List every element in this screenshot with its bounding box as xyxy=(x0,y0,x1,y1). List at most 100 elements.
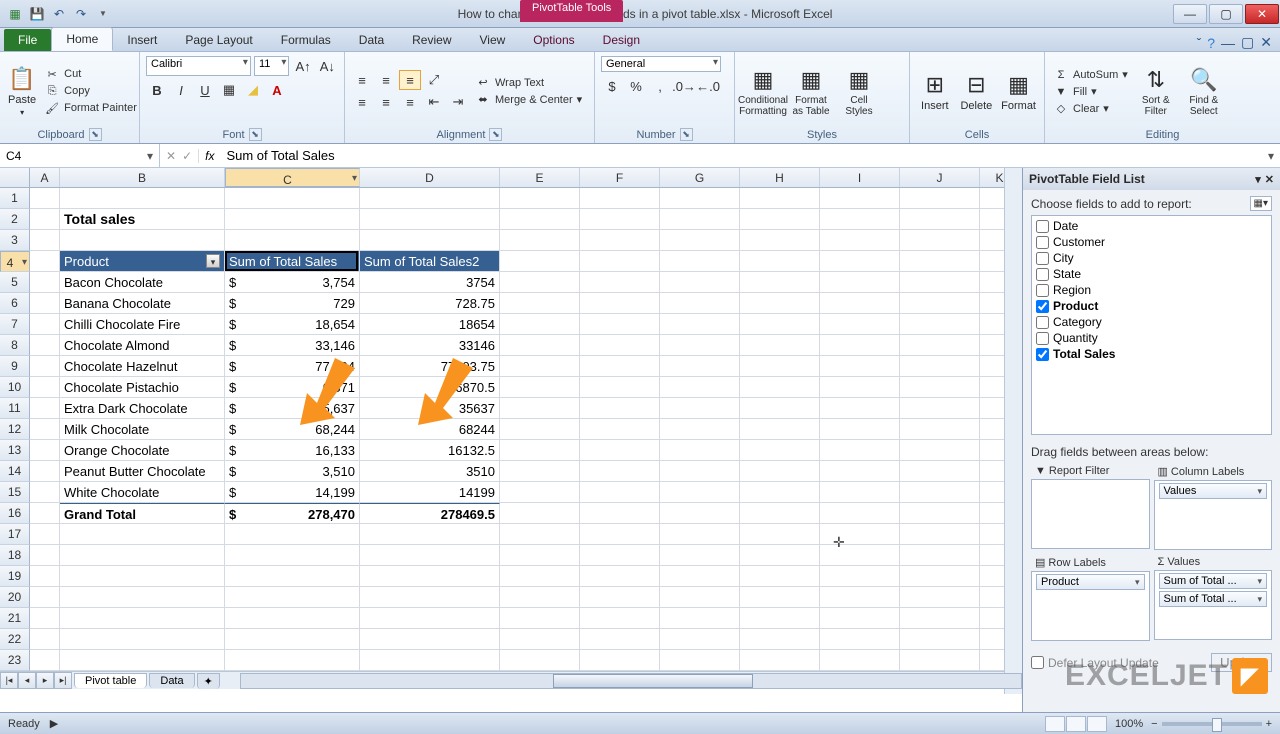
cell[interactable] xyxy=(740,482,820,503)
undo-icon[interactable]: ↶ xyxy=(50,5,68,23)
cell[interactable]: 68244 xyxy=(360,419,500,440)
cell[interactable]: Chocolate Almond xyxy=(60,335,225,356)
cell[interactable] xyxy=(60,524,225,545)
sheet-tab-active[interactable]: Pivot table xyxy=(74,673,147,688)
row-header[interactable]: 8 xyxy=(0,335,30,356)
cell[interactable] xyxy=(820,419,900,440)
area-field-item[interactable]: Sum of Total ... xyxy=(1159,591,1268,607)
cell[interactable] xyxy=(740,293,820,314)
number-format-select[interactable]: General xyxy=(601,56,721,72)
row-header[interactable]: 7 xyxy=(0,314,30,335)
cell[interactable] xyxy=(900,293,980,314)
cell[interactable] xyxy=(660,545,740,566)
cell[interactable]: 6870.5 xyxy=(360,377,500,398)
field-list-item[interactable]: Date xyxy=(1034,218,1269,234)
cell[interactable] xyxy=(740,440,820,461)
cell[interactable] xyxy=(30,293,60,314)
cell[interactable] xyxy=(660,209,740,230)
row-labels-area[interactable]: Product xyxy=(1031,571,1150,641)
cell[interactable] xyxy=(500,188,580,209)
grow-font-button[interactable]: A↑ xyxy=(292,56,313,76)
field-list-item[interactable]: Quantity xyxy=(1034,330,1269,346)
cell[interactable] xyxy=(820,503,900,524)
cell[interactable] xyxy=(30,188,60,209)
currency-button[interactable]: $ xyxy=(601,76,623,96)
align-center-button[interactable]: ≡ xyxy=(375,92,397,112)
macro-record-icon[interactable]: ▶ xyxy=(50,717,58,730)
last-sheet-button[interactable]: ▸| xyxy=(54,672,72,689)
field-list-item[interactable]: Total Sales xyxy=(1034,346,1269,362)
cell[interactable] xyxy=(225,230,360,251)
wrap-text-button[interactable]: ↩Wrap Text xyxy=(473,75,584,90)
row-header[interactable]: 20 xyxy=(0,587,30,608)
tab-data[interactable]: Data xyxy=(345,29,398,51)
cell[interactable] xyxy=(900,461,980,482)
cell[interactable] xyxy=(820,188,900,209)
cell[interactable]: $14,199 xyxy=(225,482,360,503)
cell[interactable]: $33,146 xyxy=(225,335,360,356)
cell[interactable] xyxy=(660,230,740,251)
format-cells-button[interactable]: ▦Format xyxy=(999,56,1038,127)
cell[interactable] xyxy=(500,587,580,608)
decrease-indent-button[interactable]: ⇤ xyxy=(423,92,445,112)
cell[interactable] xyxy=(740,419,820,440)
cell[interactable] xyxy=(740,356,820,377)
tab-home[interactable]: Home xyxy=(51,27,113,51)
cell[interactable] xyxy=(30,461,60,482)
align-middle-button[interactable]: ≡ xyxy=(375,70,397,90)
zoom-out-button[interactable]: − xyxy=(1151,718,1157,730)
cell[interactable] xyxy=(660,629,740,650)
cell[interactable] xyxy=(660,377,740,398)
cell[interactable] xyxy=(500,209,580,230)
cell[interactable] xyxy=(500,377,580,398)
cell[interactable] xyxy=(660,566,740,587)
cell[interactable] xyxy=(580,314,660,335)
cell[interactable] xyxy=(360,608,500,629)
cell[interactable] xyxy=(580,356,660,377)
cell[interactable]: 3510 xyxy=(360,461,500,482)
name-box[interactable]: C4▾ xyxy=(0,144,160,167)
font-color-button[interactable]: A xyxy=(266,80,288,100)
cell[interactable]: Orange Chocolate xyxy=(60,440,225,461)
cell[interactable] xyxy=(580,461,660,482)
tab-view[interactable]: View xyxy=(466,29,520,51)
cell[interactable] xyxy=(360,209,500,230)
cell[interactable]: Milk Chocolate xyxy=(60,419,225,440)
workbook-close-icon[interactable]: ✕ xyxy=(1260,34,1272,51)
align-left-button[interactable]: ≡ xyxy=(351,92,373,112)
cell[interactable] xyxy=(30,398,60,419)
cell[interactable] xyxy=(820,314,900,335)
tab-formulas[interactable]: Formulas xyxy=(267,29,345,51)
row-header[interactable]: 15 xyxy=(0,482,30,503)
cell[interactable] xyxy=(30,587,60,608)
field-list-item[interactable]: State xyxy=(1034,266,1269,282)
cell[interactable]: $16,133 xyxy=(225,440,360,461)
cell[interactable] xyxy=(30,440,60,461)
cell[interactable] xyxy=(60,650,225,671)
column-header[interactable]: G xyxy=(660,168,740,187)
cell[interactable] xyxy=(30,524,60,545)
cell[interactable] xyxy=(900,335,980,356)
cell[interactable]: Chocolate Hazelnut xyxy=(60,356,225,377)
shrink-font-button[interactable]: A↓ xyxy=(317,56,338,76)
cell[interactable] xyxy=(740,377,820,398)
cell[interactable] xyxy=(900,482,980,503)
horizontal-scrollbar[interactable] xyxy=(240,673,1022,689)
font-size-select[interactable]: 11 xyxy=(254,56,289,76)
cell[interactable] xyxy=(900,650,980,671)
cell[interactable]: 35637 xyxy=(360,398,500,419)
workbook-restore-icon[interactable]: ▢ xyxy=(1241,34,1254,51)
field-list-item[interactable]: Customer xyxy=(1034,234,1269,250)
cell[interactable] xyxy=(500,524,580,545)
cell[interactable]: 33146 xyxy=(360,335,500,356)
view-buttons[interactable] xyxy=(1045,716,1107,732)
cell[interactable] xyxy=(900,524,980,545)
redo-icon[interactable]: ↷ xyxy=(72,5,90,23)
vertical-scrollbar[interactable] xyxy=(1004,168,1022,694)
row-header[interactable]: 4 xyxy=(0,251,30,272)
cell[interactable] xyxy=(820,566,900,587)
cell[interactable] xyxy=(740,587,820,608)
cell[interactable]: Total sales xyxy=(60,209,225,230)
tab-page-layout[interactable]: Page Layout xyxy=(171,29,266,51)
column-header[interactable]: I xyxy=(820,168,900,187)
